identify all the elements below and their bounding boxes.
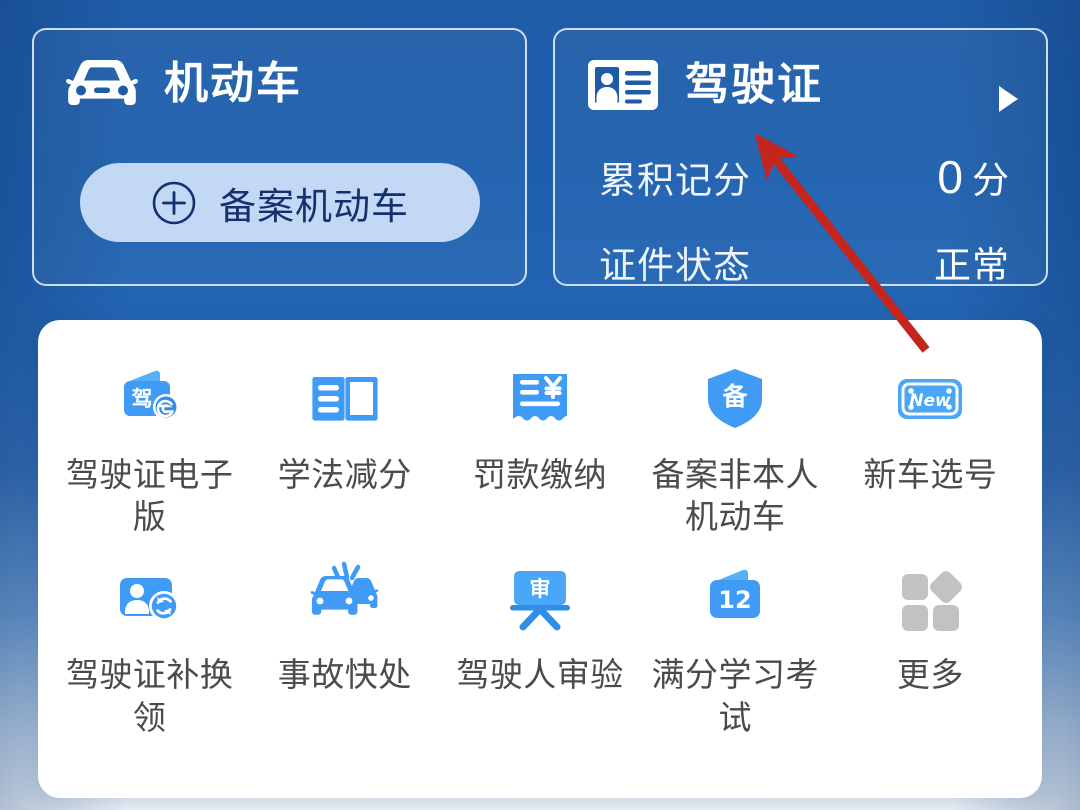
- fine-receipt-icon: [501, 360, 579, 438]
- car-icon: [64, 56, 140, 112]
- driver-license-card[interactable]: 驾驶证 累积记分 0分 证件状态 正常: [553, 28, 1048, 286]
- service-item-label: 驾驶证补换领: [65, 656, 234, 736]
- plus-circle-icon: [151, 180, 197, 226]
- service-item-label: 更多: [896, 656, 964, 694]
- license-reissue-icon: [111, 560, 189, 638]
- service-item-study-law-points[interactable]: 学法减分: [247, 360, 442, 538]
- service-grid: 驾 驾驶证电子版 学法减分 罚款缴纳 备 备案非本人机动车 New 新车选号 驾…: [52, 360, 1028, 739]
- service-item-label: 驾驶证电子版: [65, 456, 234, 536]
- license-points-value: 0分: [937, 150, 1010, 204]
- service-item-driver-inspection[interactable]: 审 驾驶人审验: [442, 560, 637, 738]
- service-item-label: 备案非本人机动车: [651, 456, 819, 536]
- service-item-more[interactable]: 更多: [833, 560, 1028, 738]
- vehicle-card-title: 机动车: [164, 59, 302, 108]
- license-status-row: 证件状态 正常: [599, 235, 1010, 289]
- open-book-icon: [306, 360, 384, 438]
- more-grid-icon: [891, 560, 969, 638]
- vehicle-card[interactable]: 机动车 备案机动车: [32, 28, 527, 286]
- twelve-points-icon: 12: [696, 560, 774, 638]
- service-panel: 驾 驾驶证电子版 学法减分 罚款缴纳 备 备案非本人机动车 New 新车选号 驾…: [38, 320, 1042, 798]
- license-card-header: 驾驶证: [555, 30, 1046, 114]
- id-card-icon: [585, 56, 661, 114]
- chevron-right-icon[interactable]: [999, 86, 1018, 112]
- service-item-accident-quick-handle[interactable]: 事故快处: [247, 560, 442, 738]
- service-item-label: 学法减分: [277, 456, 412, 493]
- inspection-board-icon: 审: [501, 560, 579, 638]
- license-points-row: 累积记分 0分: [599, 150, 1010, 204]
- service-item-driver-license-ecard[interactable]: 驾 驾驶证电子版: [52, 360, 247, 538]
- shield-record-icon: 备: [696, 360, 774, 438]
- driver-license-ecard-icon: 驾: [111, 360, 189, 438]
- service-item-label: 满分学习考试: [651, 656, 819, 736]
- svg-text:备: 备: [722, 382, 749, 411]
- service-item-full-points-exam[interactable]: 12 满分学习考试: [638, 560, 833, 738]
- license-card-title: 驾驶证: [685, 60, 823, 109]
- service-item-label: 事故快处: [277, 656, 412, 694]
- svg-text:驾: 驾: [131, 387, 152, 411]
- service-item-record-other-vehicle[interactable]: 备 备案非本人机动车: [638, 360, 833, 538]
- service-item-label: 罚款缴纳: [472, 456, 607, 493]
- service-item-new-plate-select[interactable]: New 新车选号: [833, 360, 1028, 538]
- service-item-license-reissue[interactable]: 驾驶证补换领: [52, 560, 247, 738]
- svg-text:12: 12: [718, 586, 751, 614]
- summary-cards: 机动车 备案机动车 驾驶证 累积记分 0 分 证件状态 正常: [32, 28, 1048, 286]
- license-points-label: 累积记分: [599, 160, 751, 201]
- license-points-number: 0: [937, 151, 964, 203]
- service-item-label: 驾驶人审验: [456, 656, 624, 694]
- svg-text:审: 审: [529, 577, 550, 601]
- record-vehicle-button[interactable]: 备案机动车: [80, 163, 480, 242]
- new-plate-icon: New: [891, 360, 969, 438]
- svg-text:New: New: [910, 391, 952, 411]
- license-status-label: 证件状态: [599, 245, 751, 286]
- service-item-pay-fine[interactable]: 罚款缴纳: [442, 360, 637, 538]
- service-item-label: 新车选号: [863, 456, 998, 493]
- app-screen: 机动车 备案机动车 驾驶证 累积记分 0 分 证件状态 正常 驾 驾驶证电子版 …: [0, 0, 1080, 810]
- accident-cars-icon: [306, 560, 384, 638]
- license-points-unit: 分: [972, 160, 1010, 201]
- vehicle-card-header: 机动车: [34, 30, 525, 112]
- license-status-value: 正常: [934, 245, 1010, 286]
- record-vehicle-label: 备案机动车: [219, 185, 409, 227]
